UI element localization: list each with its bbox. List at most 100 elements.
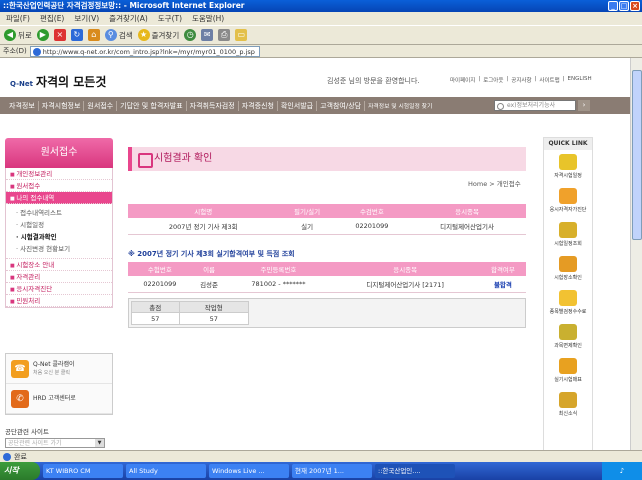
- lnb-item-application[interactable]: 원서접수: [6, 180, 112, 192]
- window-title: ::한국산업인력공단 자격검정정보망:: - Microsoft Interne…: [3, 1, 245, 10]
- site-search-input[interactable]: ex)정보처리기능사: [494, 100, 576, 111]
- back-button[interactable]: ◀ 뒤로: [4, 29, 32, 41]
- result-table: 수험번호 이름 주민등록번호 응시종목 합격여부 02201099 김성준 78…: [128, 262, 526, 293]
- history-icon[interactable]: ◷: [184, 29, 197, 41]
- table-header: 합격여부: [479, 262, 526, 276]
- quick-item-schedule[interactable]: 자격시험일정: [544, 150, 592, 184]
- refresh-icon[interactable]: ↻: [70, 29, 83, 41]
- task-all-study[interactable]: All Study: [126, 464, 206, 478]
- lnb-item-civil-service[interactable]: 민원처리: [6, 295, 112, 307]
- coin-icon: [559, 290, 577, 306]
- task-hrdkorea[interactable]: ::한국산업인....: [375, 464, 455, 478]
- phone-icon: ☎: [11, 359, 29, 378]
- task-current-2007[interactable]: 현재 2007년 1...: [292, 464, 372, 478]
- score-box: 총점 작업형 57 57: [128, 298, 526, 328]
- total-score: 57: [131, 312, 180, 325]
- print-icon[interactable]: ⎙: [218, 29, 231, 41]
- vertical-scrollbar[interactable]: [630, 58, 642, 450]
- nav-holders[interactable]: 자격취득자검정: [187, 100, 239, 111]
- person-icon: [559, 188, 577, 204]
- welcome-message: 김성준 님의 방문을 환영합니다.: [327, 77, 420, 85]
- link-notice[interactable]: 공지사항: [511, 76, 531, 84]
- forward-arrow-icon[interactable]: ▶: [36, 29, 49, 41]
- speaker-icon[interactable]: ♪: [620, 467, 624, 475]
- lnb-sub-result-check[interactable]: 시험결과확인: [6, 231, 112, 243]
- lnb-title: 원서접수: [5, 138, 113, 168]
- table-header: 필기/실기: [278, 204, 336, 218]
- favorites-button[interactable]: ★ 즐겨찾기: [137, 29, 179, 41]
- search-submit-button[interactable]: ›: [578, 100, 590, 111]
- nav-find-schedule[interactable]: 자격정보 및 시험일정 찾기: [365, 101, 435, 110]
- link-logout[interactable]: 로그아웃: [483, 76, 503, 84]
- task-kt-wibro[interactable]: KT WIBRO CM: [43, 464, 123, 478]
- quick-item-fee[interactable]: 종목별검정수수료: [544, 286, 592, 320]
- menu-view[interactable]: 보기(V): [74, 12, 99, 25]
- practical-score: 57: [178, 312, 250, 325]
- lnb-item-qualification-manage[interactable]: 자격관리: [6, 271, 112, 283]
- taskbar: 시작 KT WIBRO CM All Study Windows Live ..…: [0, 462, 642, 480]
- quick-item-practical[interactable]: 실기시험매표: [544, 354, 592, 388]
- quick-link-panel: QUICK LINK 자격시험일정 응시자격자가진단 시험일정조회 시험장소확인…: [543, 137, 593, 450]
- quick-item-news[interactable]: 최신소식: [544, 388, 592, 422]
- hrd-banner[interactable]: ✆ HRD 고객센터로: [6, 384, 112, 414]
- table-header: 이름: [191, 262, 227, 276]
- lnb-item-personal-info[interactable]: 개인정보관리: [6, 168, 112, 180]
- folder-icon[interactable]: ▭: [235, 29, 248, 41]
- table-row: 57 57: [131, 312, 250, 325]
- callcenter-banner[interactable]: ☎ Q-Net 콜라캠이 처음 오신 분 클릭: [6, 354, 112, 384]
- lightning-icon: [559, 358, 577, 374]
- menu-help[interactable]: 도움말(H): [192, 12, 224, 25]
- mail-icon[interactable]: ✉: [201, 29, 214, 41]
- menu-edit[interactable]: 편집(E): [40, 12, 64, 25]
- breadcrumb: Home > 개인접수: [468, 180, 521, 188]
- nav-exam-info[interactable]: 자격시험정보: [39, 100, 85, 111]
- back-arrow-icon: ◀: [4, 29, 16, 41]
- calendar-icon: [559, 154, 577, 170]
- link-sitemap[interactable]: 사이트맵: [539, 76, 559, 84]
- lnb-item-my-applications[interactable]: 나의 접수내역: [6, 192, 112, 204]
- menu-tools[interactable]: 도구(T): [158, 12, 182, 25]
- site-logo[interactable]: Q-Net 자격의 모든것: [10, 73, 106, 90]
- lnb-item-exam-location[interactable]: 시험장소 안내: [6, 259, 112, 271]
- window-titlebar: ::한국산업인력공단 자격검정정보망:: - Microsoft Interne…: [0, 0, 642, 12]
- home-icon[interactable]: ⌂: [87, 29, 100, 41]
- table-row: 02201099 김성준 781002 - ******* 디지털제어산업기사 …: [128, 276, 526, 293]
- nav-customer[interactable]: 고객참여/상담: [317, 100, 366, 111]
- nav-answers-results[interactable]: 기답안 및 합격자발표: [117, 100, 187, 111]
- minimize-icon[interactable]: _: [608, 1, 618, 11]
- start-button[interactable]: 시작: [0, 462, 40, 480]
- address-input[interactable]: http://www.q-net.or.kr/com_intro.jsp?lnk…: [29, 45, 260, 57]
- maximize-icon[interactable]: □: [619, 1, 629, 11]
- search-button[interactable]: ⚲ 검색: [104, 29, 133, 41]
- nav-application[interactable]: 원서접수: [84, 100, 118, 111]
- menu-favorites[interactable]: 즐겨찾기(A): [109, 12, 148, 25]
- address-bar: 주소(D) http://www.q-net.or.kr/com_intro.j…: [0, 45, 642, 58]
- top-links: 마이페이지 | 로그아웃 | 공지사항 | 사이트맵 | ENGLISH: [450, 76, 592, 84]
- pass-status: 불합격: [479, 276, 526, 293]
- lnb-item-eligibility-check[interactable]: 응시자격진단: [6, 283, 112, 295]
- menu-file[interactable]: 파일(F): [6, 12, 30, 25]
- task-windows-live[interactable]: Windows Live ...: [209, 464, 289, 478]
- lnb-sub-application-list[interactable]: 접수내역리스트: [6, 207, 112, 219]
- left-navigation: 원서접수 개인정보관리 원서접수 나의 접수내역 접수내역리스트 시험일정 시험…: [5, 138, 113, 308]
- lnb-sub-exam-schedule[interactable]: 시험일정: [6, 219, 112, 231]
- news-icon: [559, 392, 577, 408]
- lnb-sub-photo-change[interactable]: 사진변경 현황보기: [6, 243, 112, 255]
- nav-confirmation[interactable]: 확인서발급: [278, 100, 318, 111]
- quick-item-exemption[interactable]: 과목면제확인: [544, 320, 592, 354]
- scrollbar-thumb[interactable]: [632, 70, 642, 240]
- quick-item-exam-schedule[interactable]: 시험일정조회: [544, 218, 592, 252]
- link-english[interactable]: ENGLISH: [568, 76, 592, 84]
- stop-icon[interactable]: ×: [53, 29, 66, 41]
- related-sites-select[interactable]: 공단관련 사이트 가기: [5, 438, 105, 448]
- signpost-icon: [559, 256, 577, 272]
- link-mypage[interactable]: 마이페이지: [450, 76, 475, 84]
- nav-certificate[interactable]: 자격증신청: [239, 100, 278, 111]
- toolbar: ◀ 뒤로 ▶ × ↻ ⌂ ⚲ 검색 ★ 즐겨찾기 ◷ ✉ ⎙ ▭: [0, 25, 642, 45]
- close-icon[interactable]: ×: [630, 1, 640, 11]
- quick-item-eligibility[interactable]: 응시자격자가진단: [544, 184, 592, 218]
- exam-info-table: 시험명 필기/실기 수검번호 응시종목 2007년 정기 기사 제3회 실기 0…: [128, 204, 526, 235]
- quick-item-location[interactable]: 시험장소확인: [544, 252, 592, 286]
- nav-qualification-info[interactable]: 자격정보: [6, 100, 39, 111]
- related-sites: 공단관련 사이트 공단관련 사이트 가기: [5, 426, 113, 448]
